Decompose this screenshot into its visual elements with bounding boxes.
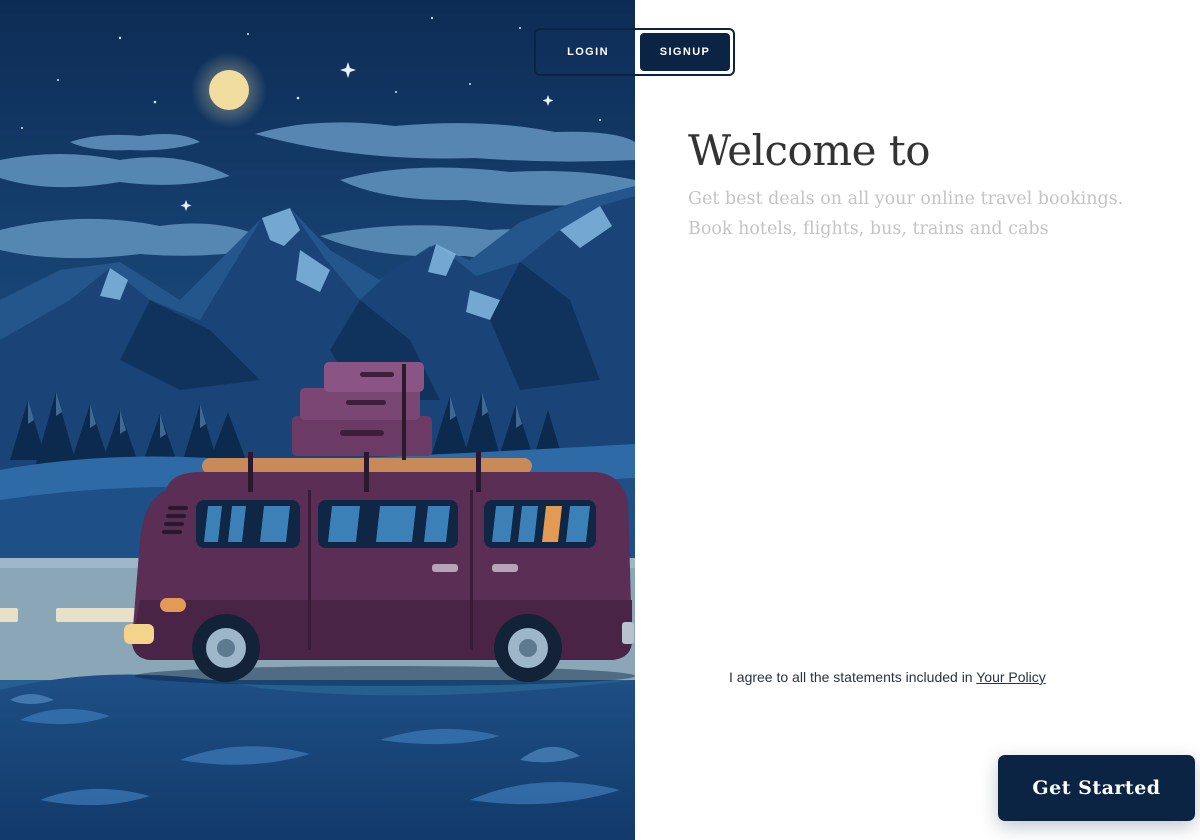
page-title: Welcome to (688, 126, 931, 175)
get-started-button[interactable]: Get Started (998, 755, 1195, 821)
policy-text: I agree to all the statements included i… (729, 669, 973, 685)
tab-login[interactable]: LOGIN (539, 33, 637, 71)
auth-tab-toggle: LOGIN SIGNUP (534, 28, 735, 76)
hero-illustration (0, 0, 635, 840)
tab-signup[interactable]: SIGNUP (640, 33, 730, 71)
moon (209, 70, 249, 110)
policy-statement: I agree to all the statements included i… (729, 669, 1046, 685)
policy-link[interactable]: Your Policy (976, 669, 1046, 685)
page: LOGIN SIGNUP Welcome to Get best deals o… (0, 0, 1200, 840)
page-subtitle: Get best deals on all your online travel… (688, 189, 1124, 239)
